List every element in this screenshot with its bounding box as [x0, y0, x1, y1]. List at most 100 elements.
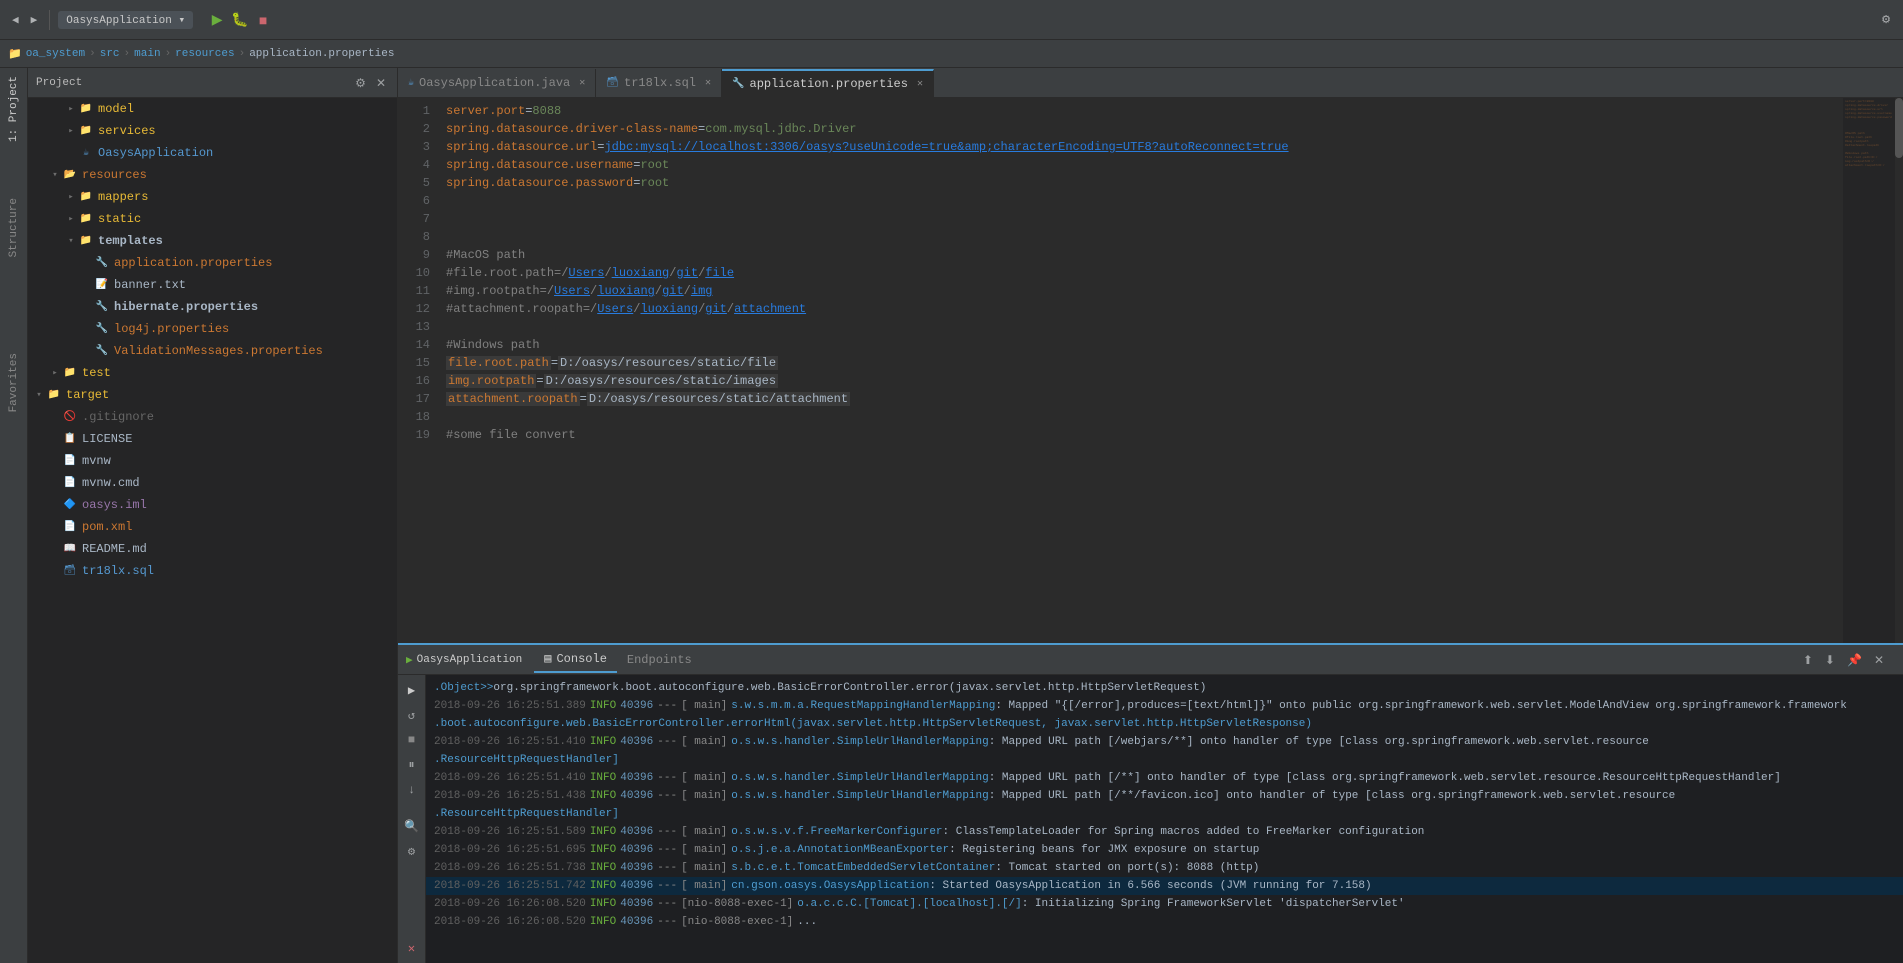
breadcrumb-text-1[interactable]: oa_system	[26, 48, 85, 60]
log-sep: ---	[657, 895, 677, 913]
run-button[interactable]: ▶	[207, 10, 227, 30]
tree-file-icon: ☕	[78, 145, 94, 161]
endpoints-tab[interactable]: Endpoints	[617, 647, 702, 673]
structure-tab[interactable]: Structure	[4, 190, 24, 265]
console-line: 2018-09-26 16:25:51.742 INFO 40396 --- […	[426, 877, 1903, 895]
log-pid: 40396	[620, 787, 653, 805]
log-logger[interactable]: o.s.w.s.handler.SimpleUrlHandlerMapping	[731, 787, 988, 805]
breadcrumb-text-3[interactable]: main	[134, 48, 160, 60]
editor-tab-tr18lx-sql[interactable]: 🗃 tr18lx.sql ✕	[596, 69, 722, 97]
console-scroll-up[interactable]: ⬆	[1800, 652, 1816, 668]
editor-area: ☕ OasysApplication.java ✕ 🗃 tr18lx.sql ✕…	[398, 68, 1903, 643]
tree-item[interactable]: 🚫 .gitignore	[28, 406, 397, 428]
debug-button[interactable]: 🐛	[230, 10, 250, 30]
tree-item[interactable]: 📋 LICENSE	[28, 428, 397, 450]
console-pin[interactable]: 📌	[1844, 652, 1865, 668]
console-close[interactable]: ✕	[1871, 652, 1887, 668]
code-line: #MacOS path	[446, 246, 1835, 264]
log-logger[interactable]: s.b.c.e.t.TomcatEmbeddedServletContainer	[731, 859, 995, 877]
nav-back[interactable]: ◀	[8, 11, 23, 29]
code-line	[446, 192, 1835, 210]
tree-item[interactable]: 🔷 oasys.iml	[28, 494, 397, 516]
step-icon-btn[interactable]: ↓	[401, 779, 423, 801]
editor-tab-application-properties[interactable]: 🔧 application.properties ✕	[722, 69, 934, 97]
log-pid: 40396	[620, 895, 653, 913]
nav-forward[interactable]: ▶	[27, 11, 42, 29]
log-logger[interactable]: .boot.autoconfigure.web.BasicErrorContro…	[434, 715, 1312, 733]
log-logger[interactable]: .Object>>	[434, 679, 493, 697]
tree-item[interactable]: 📄 mvnw.cmd	[28, 472, 397, 494]
tree-item[interactable]: 🔧 log4j.properties	[28, 318, 397, 340]
tree-item[interactable]: ▸ 📁 static	[28, 208, 397, 230]
project-selector[interactable]: OasysApplication ▾	[58, 11, 193, 29]
tree-file-icon: 🔧	[94, 255, 110, 271]
log-logger[interactable]: o.s.w.s.handler.SimpleUrlHandlerMapping	[731, 733, 988, 751]
tree-item[interactable]: 📖 README.md	[28, 538, 397, 560]
filter-icon-btn[interactable]: 🔍	[401, 815, 423, 837]
clear-icon-btn[interactable]: ✕	[401, 937, 423, 959]
log-level: INFO	[590, 769, 616, 787]
tree-item[interactable]: ▾ 📁 templates	[28, 230, 397, 252]
line-number: 16	[398, 372, 430, 390]
line-number: 15	[398, 354, 430, 372]
console-tab[interactable]: ▤ Console	[534, 647, 617, 673]
code-line: #attachment.roopath=/Users/luoxiang/git/…	[446, 300, 1835, 318]
line-number: 14	[398, 336, 430, 354]
panel-header-actions: ⚙ ✕	[352, 75, 389, 91]
panel-settings-btn[interactable]: ⚙	[352, 75, 369, 91]
pause-icon-btn[interactable]: ⏸	[401, 754, 423, 776]
log-sep: ---	[657, 787, 677, 805]
favorites-tab[interactable]: Favorites	[4, 345, 24, 420]
console-scroll-down[interactable]: ⬇	[1822, 652, 1838, 668]
editor-tab-OasysApplication-java[interactable]: ☕ OasysApplication.java ✕	[398, 69, 596, 97]
log-logger[interactable]: o.a.c.c.C.[Tomcat].[localhost].[/]	[797, 895, 1021, 913]
panel-close-btn[interactable]: ✕	[373, 75, 389, 91]
stop-icon-btn[interactable]: ■	[401, 729, 423, 751]
project-tab[interactable]: 1: Project	[4, 68, 24, 150]
log-text: : Started OasysApplication in 6.566 seco…	[929, 877, 1371, 895]
tab-close-btn[interactable]: ✕	[917, 78, 923, 90]
settings-icon-btn[interactable]: ⚙	[401, 840, 423, 862]
tree-item[interactable]: 🔧 application.properties	[28, 252, 397, 274]
console-line: .boot.autoconfigure.web.BasicErrorContro…	[426, 715, 1903, 733]
log-logger[interactable]: .ResourceHttpRequestHandler]	[434, 805, 619, 823]
tree-item[interactable]: ▾ 📂 resources	[28, 164, 397, 186]
tree-item[interactable]: 🔧 hibernate.properties	[28, 296, 397, 318]
run-icon-btn[interactable]: ▶	[401, 679, 423, 701]
tree-item[interactable]: 📝 banner.txt	[28, 274, 397, 296]
breadcrumb-text-4[interactable]: resources	[175, 48, 234, 60]
breadcrumb-text-2[interactable]: src	[100, 48, 120, 60]
tree-arrow: ▾	[64, 236, 78, 246]
log-logger[interactable]: cn.gson.oasys.OasysApplication	[731, 877, 929, 895]
log-pid: 40396	[620, 823, 653, 841]
tree-item[interactable]: 🗃 tr18lx.sql	[28, 560, 397, 582]
settings-button[interactable]: ⚙	[1877, 11, 1895, 28]
console-icon: ▤	[544, 651, 551, 666]
log-logger[interactable]: o.s.j.e.a.AnnotationMBeanExporter	[731, 841, 949, 859]
log-logger[interactable]: o.s.w.s.handler.SimpleUrlHandlerMapping	[731, 769, 988, 787]
breadcrumb-text-5[interactable]: application.properties	[249, 48, 394, 60]
timestamp: 2018-09-26 16:25:51.742	[434, 877, 586, 895]
code-content[interactable]: server.port=8088spring.datasource.driver…	[438, 98, 1843, 643]
tree-item[interactable]: ▸ 📁 model	[28, 98, 397, 120]
console-line: 2018-09-26 16:26:08.520 INFO 40396 --- […	[426, 895, 1903, 913]
tab-close-btn[interactable]: ✕	[579, 77, 585, 89]
tree-item[interactable]: 📄 mvnw	[28, 450, 397, 472]
log-logger[interactable]: .ResourceHttpRequestHandler]	[434, 751, 619, 769]
tree-item[interactable]: ▸ 📁 mappers	[28, 186, 397, 208]
tree-item[interactable]: ▸ 📁 test	[28, 362, 397, 384]
tab-close-btn[interactable]: ✕	[705, 77, 711, 89]
console-output[interactable]: .Object>> org.springframework.boot.autoc…	[426, 675, 1903, 963]
tree-item[interactable]: ☕ OasysApplication	[28, 142, 397, 164]
tree-item[interactable]: 🔧 ValidationMessages.properties	[28, 340, 397, 362]
stop-button[interactable]: ■	[253, 10, 273, 30]
tree-item[interactable]: ▾ 📁 target	[28, 384, 397, 406]
tree-item[interactable]: 📄 pom.xml	[28, 516, 397, 538]
rerun-icon-btn[interactable]: ↺	[401, 704, 423, 726]
breadcrumb-item-1[interactable]: 📁	[8, 47, 22, 61]
tree-item[interactable]: ▸ 📁 services	[28, 120, 397, 142]
log-thread: [ main]	[681, 769, 727, 787]
log-logger[interactable]: s.w.s.m.m.a.RequestMappingHandlerMapping	[731, 697, 995, 715]
log-logger[interactable]: o.s.w.s.v.f.FreeMarkerConfigurer	[731, 823, 942, 841]
endpoints-label: Endpoints	[627, 653, 692, 667]
